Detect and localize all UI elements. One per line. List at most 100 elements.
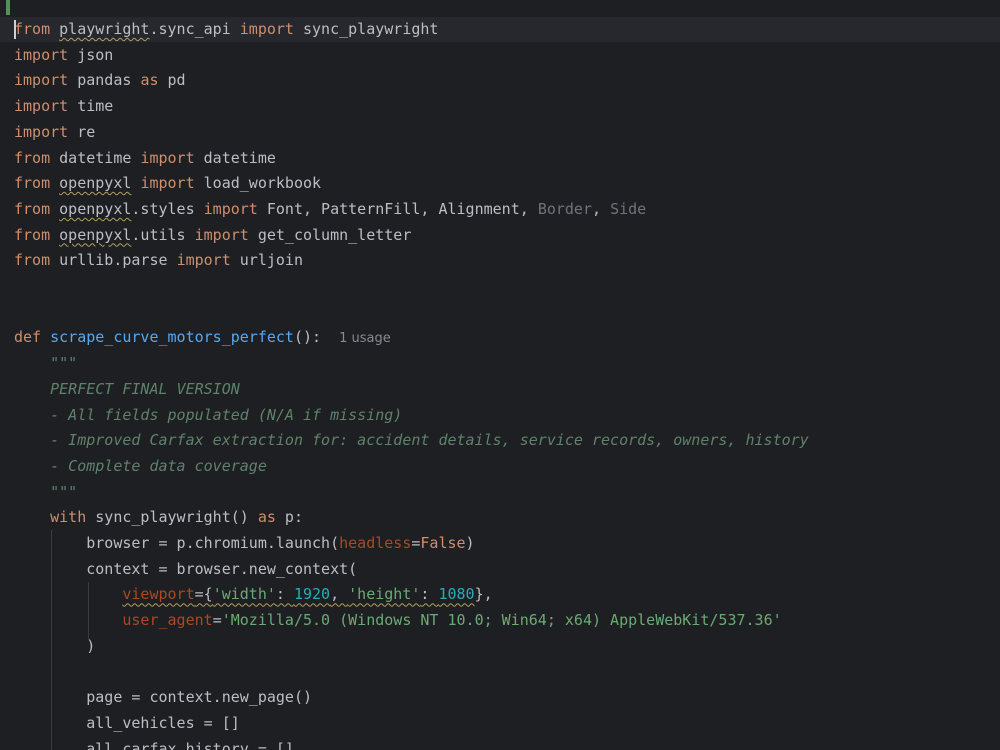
code-line[interactable]: page = context.new_page()	[14, 685, 312, 710]
code-token: import	[14, 97, 69, 116]
code-token: playwright	[59, 20, 150, 38]
code-line[interactable]: - Complete data coverage	[14, 454, 267, 479]
code-token: import	[14, 71, 69, 90]
code-line[interactable]: from datetime import datetime	[14, 146, 276, 171]
code-token: context = browser.new_context(	[14, 559, 358, 578]
code-token: },	[474, 585, 493, 604]
code-token: )	[465, 534, 475, 552]
code-token: as	[257, 508, 276, 527]
code-token: user_agent	[122, 611, 213, 630]
code-token: 'Mozilla/5.0 (Windows NT 10.0; Win64; x6…	[221, 611, 782, 630]
code-token: from	[14, 174, 51, 193]
code-line[interactable]: import time	[14, 94, 113, 119]
code-token: ():	[293, 328, 340, 347]
code-token: PERFECT FINAL VERSION	[50, 379, 240, 398]
code-token: urljoin	[230, 251, 303, 270]
code-line[interactable]: context = browser.new_context(	[14, 557, 357, 582]
code-line[interactable]: viewport={'width': 1920, 'height': 1080}…	[14, 582, 493, 607]
code-token: time	[68, 97, 114, 116]
code-line[interactable]: import re	[14, 120, 95, 145]
code-token: from	[14, 199, 51, 218]
code-token: sync_playwright()	[86, 508, 258, 527]
code-token: 'width'	[212, 585, 276, 604]
code-line[interactable]: - All fields populated (N/A if missing)	[14, 403, 402, 428]
code-token: all_vehicles = []	[14, 713, 240, 732]
code-token: from	[14, 225, 51, 244]
code-line[interactable]: import json	[14, 43, 113, 68]
code-line[interactable]: def scrape_curve_motors_perfect(): 1 usa…	[14, 325, 391, 350]
code-token: page = context.new_page()	[14, 688, 313, 707]
code-line[interactable]: user_agent='Mozilla/5.0 (Windows NT 10.0…	[14, 608, 782, 633]
code-token: openpyxl	[59, 174, 132, 193]
code-editor[interactable]: from playwright.sync_api import sync_pla…	[0, 0, 1000, 750]
code-token: =	[212, 611, 222, 630]
code-token: """	[50, 354, 78, 373]
code-token: import	[14, 45, 69, 64]
code-line[interactable]: """	[14, 480, 77, 505]
code-token: .utils	[131, 225, 195, 244]
code-token: import	[14, 122, 69, 141]
code-token: browser = p.chromium.launch(	[14, 534, 340, 552]
code-token: :	[420, 585, 439, 604]
code-token: scrape_curve_motors_perfect	[50, 328, 294, 347]
code-token: import	[239, 20, 294, 38]
code-line[interactable]: from openpyxl.styles import Font, Patter…	[14, 197, 646, 222]
code-line[interactable]: browser = p.chromium.launch(headless=Fal…	[14, 531, 475, 556]
code-token: 1920	[293, 585, 331, 604]
code-line[interactable]: from openpyxl import load_workbook	[14, 171, 321, 196]
code-token: load_workbook	[194, 174, 322, 193]
code-token: from	[14, 251, 51, 270]
code-line[interactable]: import pandas as pd	[14, 68, 186, 93]
code-line[interactable]: from playwright.sync_api import sync_pla…	[14, 17, 438, 42]
code-token: viewport	[122, 585, 195, 604]
code-token: json	[68, 45, 114, 64]
code-token: ,	[330, 585, 349, 604]
code-line[interactable]: all_carfax_history = []	[14, 737, 294, 750]
code-token: as	[140, 71, 159, 90]
usage-hint: 1 usage	[339, 331, 391, 347]
code-token: pandas	[68, 71, 141, 90]
code-token: pd	[158, 71, 186, 90]
code-line[interactable]: - Improved Carfax extraction for: accide…	[14, 428, 809, 453]
code-token: - All fields populated (N/A if missing)	[50, 405, 403, 424]
code-token: re	[68, 122, 96, 141]
code-token: datetime	[50, 148, 141, 167]
code-token: - Improved Carfax extraction for: accide…	[50, 431, 809, 450]
code-token: )	[14, 636, 96, 655]
code-token: 'height'	[348, 585, 421, 604]
code-token: :	[275, 585, 294, 604]
code-token: Border	[537, 199, 592, 218]
code-token: ={	[194, 585, 213, 604]
code-token: - Complete data coverage	[50, 456, 267, 475]
code-token: .styles	[131, 199, 204, 218]
code-token: p:	[275, 508, 303, 527]
code-line[interactable]: all_vehicles = []	[14, 711, 240, 736]
code-token: with	[50, 508, 87, 527]
code-token: import	[140, 174, 195, 193]
code-line[interactable]: from urllib.parse import urljoin	[14, 248, 303, 273]
code-token: import	[203, 199, 258, 218]
code-line[interactable]: from openpyxl.utils import get_column_le…	[14, 223, 411, 248]
code-token: all_carfax_history = []	[14, 739, 294, 750]
code-line[interactable]: """	[14, 351, 77, 376]
code-token: from	[14, 148, 51, 167]
code-line[interactable]: with sync_playwright() as p:	[14, 505, 303, 530]
code-line[interactable]: PERFECT FINAL VERSION	[14, 377, 240, 402]
code-token: .sync_api	[149, 20, 240, 38]
code-token: get_column_letter	[248, 225, 412, 244]
code-token: import	[176, 251, 231, 270]
text-caret	[14, 20, 16, 39]
code-line[interactable]: )	[14, 634, 95, 659]
code-token: openpyxl	[59, 225, 132, 244]
editor-top-strip	[0, 0, 1000, 15]
